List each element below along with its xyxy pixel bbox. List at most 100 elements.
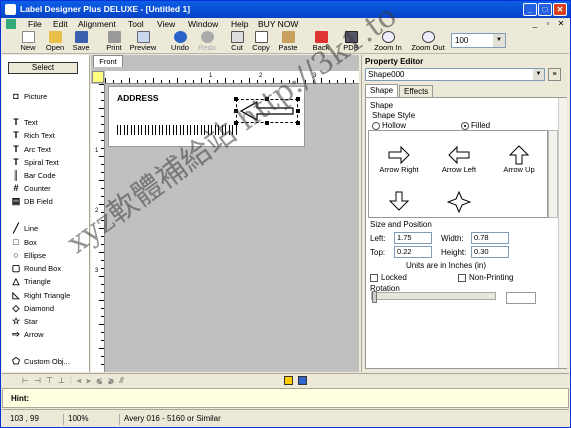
object-options-button[interactable]: ≡ xyxy=(548,68,561,81)
non-printing-checkbox[interactable]: Non-Printing xyxy=(458,273,513,282)
locked-checkbox[interactable]: Locked xyxy=(370,273,407,282)
diamond-icon: ◇ xyxy=(12,303,20,313)
redo-button[interactable]: Redo xyxy=(196,31,218,53)
top-field[interactable]: 0.22 xyxy=(394,246,432,258)
tool-custom[interactable]: ⬠ Custom Obj... xyxy=(10,356,70,367)
rotation-slider[interactable] xyxy=(371,291,496,303)
undo-button[interactable]: Undo xyxy=(169,31,191,53)
tab-shape[interactable]: Shape xyxy=(365,84,399,97)
gallery-four-point-star[interactable] xyxy=(429,191,489,213)
tool-bar-code[interactable]: ║ Bar Code xyxy=(10,170,56,181)
tool-triangle[interactable]: △ Triangle xyxy=(10,276,51,287)
mdi-restore-button[interactable]: ▫ xyxy=(543,19,553,29)
tool-spiral-text[interactable]: T Spiral Text xyxy=(10,157,59,168)
width-field[interactable]: 0.78 xyxy=(471,232,509,244)
select-tool-button[interactable]: Select xyxy=(8,62,78,74)
doc-icon xyxy=(6,19,16,29)
left-field[interactable]: 1.75 xyxy=(394,232,432,244)
menu-buy-now[interactable]: BUY NOW xyxy=(258,18,298,30)
hollow-radio[interactable]: Hollow xyxy=(372,121,406,130)
menu-alignment[interactable]: Alignment xyxy=(78,18,116,30)
ruler-tick xyxy=(101,260,104,261)
box-icon: □ xyxy=(13,237,19,247)
tool-right-triangle[interactable]: ◺ Right Triangle xyxy=(10,290,71,301)
title-bar[interactable]: Label Designer Plus DELUXE - [Untitled 1… xyxy=(1,1,570,18)
copy-icon xyxy=(254,31,268,43)
tool-arrow[interactable]: ⇨ Arrow xyxy=(10,329,43,340)
round-box-icon: ▢ xyxy=(11,263,21,273)
mdi-minimize-button[interactable]: _ xyxy=(530,19,540,29)
gallery-scrollbar[interactable] xyxy=(548,130,558,218)
menu-window[interactable]: Window xyxy=(188,18,218,30)
chevron-down-icon[interactable]: ▼ xyxy=(493,34,505,47)
new-icon xyxy=(21,31,35,43)
preview-button[interactable]: Preview xyxy=(127,31,159,53)
open-button[interactable]: Open xyxy=(43,31,67,53)
gallery-arrow-down[interactable] xyxy=(369,191,429,211)
property-editor-scrollbar[interactable] xyxy=(558,98,567,368)
close-button[interactable]: ✕ xyxy=(553,3,567,16)
menu-view[interactable]: View xyxy=(157,18,175,30)
ruler-tick xyxy=(113,80,114,83)
menu-help[interactable]: Help xyxy=(231,18,248,30)
gallery-arrow-right[interactable]: Arrow Right xyxy=(369,145,429,174)
slider-thumb[interactable] xyxy=(372,291,377,303)
mdi-close-button[interactable]: ✕ xyxy=(556,19,566,29)
label-type-status: Avery 016 - 5160 or Similar xyxy=(124,414,221,423)
ruler-tick xyxy=(145,80,146,83)
zoom-status: 100% xyxy=(68,414,120,425)
preview-icon xyxy=(136,31,150,43)
tab-effects[interactable]: Effects xyxy=(399,85,434,97)
maximize-button[interactable]: □ xyxy=(538,3,552,16)
shape-properties-panel: Shape Shape Style Hollow Filled Arrow Ri… xyxy=(365,97,567,369)
menu-tool[interactable]: Tool xyxy=(128,18,144,30)
save-button[interactable]: Save xyxy=(70,31,92,53)
ruler-tick xyxy=(169,80,170,83)
tool-picture[interactable]: ◘ Picture xyxy=(10,91,47,102)
tool-diamond[interactable]: ◇ Diamond xyxy=(10,303,54,314)
resize-handle[interactable] xyxy=(296,109,300,113)
tool-text[interactable]: T Text xyxy=(10,117,38,128)
address-text-object[interactable]: ADDRESS xyxy=(117,93,159,103)
cut-button[interactable]: Cut xyxy=(226,31,248,53)
triangle-icon: △ xyxy=(12,276,20,286)
new-button[interactable]: New xyxy=(17,31,39,53)
alignment-icons[interactable]: ⊢⊣⊤⊥⫶⫷⫸⫹⫺⫻ xyxy=(22,376,129,386)
tab-front[interactable]: Front xyxy=(93,55,123,67)
height-field[interactable]: 0.30 xyxy=(471,246,509,258)
print-button[interactable]: Print xyxy=(103,31,125,53)
object-select[interactable]: Shape000 ▼ xyxy=(365,68,545,81)
shape-gallery[interactable]: Arrow Right Arrow Left Arrow Up xyxy=(368,130,548,218)
menu-edit[interactable]: Edit xyxy=(53,18,68,30)
ruler-tick xyxy=(249,78,250,83)
tool-line[interactable]: ╱ Line xyxy=(10,223,38,234)
tool-db-field[interactable]: ▤ DB Field xyxy=(10,196,53,207)
tool-star[interactable]: ☆ Star xyxy=(10,316,38,327)
gallery-arrow-left[interactable]: Arrow Left xyxy=(429,145,489,174)
ellipse-icon: ○ xyxy=(13,250,19,260)
tool-rich-text[interactable]: T Rich Text xyxy=(10,130,54,141)
text-icon: T xyxy=(13,117,19,127)
menu-file[interactable]: File xyxy=(28,18,42,30)
tool-box[interactable]: □ Box xyxy=(10,237,37,248)
tool-round-box[interactable]: ▢ Round Box xyxy=(10,263,61,274)
minimize-button[interactable]: _ xyxy=(523,3,537,16)
gallery-arrow-up[interactable]: Arrow Up xyxy=(489,145,547,174)
copy-button[interactable]: Copy xyxy=(249,31,273,53)
chevron-down-icon[interactable]: ▼ xyxy=(533,69,544,80)
bring-front-icon[interactable] xyxy=(284,376,293,385)
zoom-out-button[interactable]: Zoom Out xyxy=(408,31,448,53)
scissors-icon xyxy=(230,31,244,43)
tool-arc-text[interactable]: T Arc Text xyxy=(10,144,51,155)
rotation-value-field[interactable] xyxy=(506,292,536,304)
main-toolbar: New Open Save Print Preview Undo Redo Cu… xyxy=(2,30,569,54)
ruler-tick xyxy=(101,100,104,101)
send-back-icon[interactable] xyxy=(298,376,307,385)
resize-handle[interactable] xyxy=(296,121,300,125)
tool-ellipse[interactable]: ○ Ellipse xyxy=(10,250,46,261)
zoom-select[interactable]: 100 ▼ xyxy=(451,33,506,48)
barcode-icon: ║ xyxy=(12,170,20,180)
tool-counter[interactable]: # Counter xyxy=(10,183,50,194)
filled-radio[interactable]: Filled xyxy=(461,121,490,130)
ruler-tick xyxy=(353,80,354,83)
